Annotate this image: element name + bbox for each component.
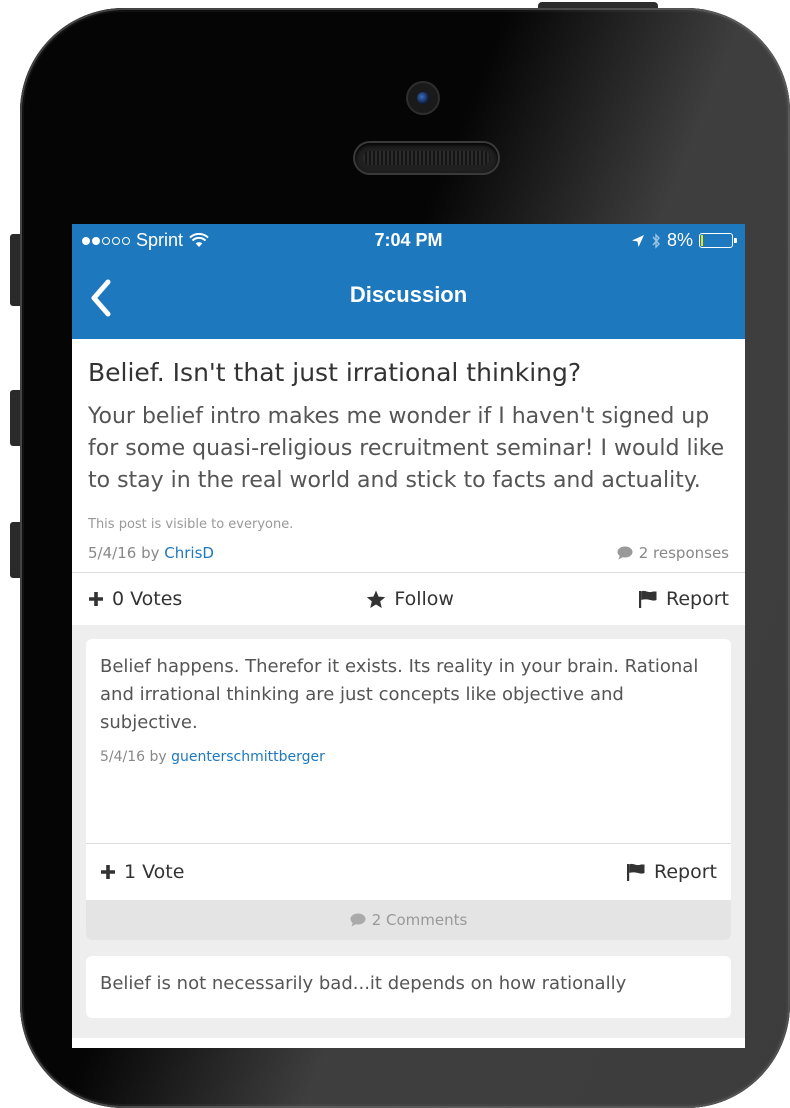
comment-bubble-icon	[350, 913, 366, 927]
response-comments-button[interactable]: 2 Comments	[86, 900, 731, 940]
front-camera	[408, 83, 438, 113]
post-actions: 0 Votes Follow Report	[72, 573, 745, 625]
plus-icon	[101, 865, 115, 879]
responses-label: 2 responses	[638, 544, 729, 562]
discussion-post: Belief. Isn't that just irrational think…	[72, 339, 745, 572]
response-card: Belief is not necessarily bad...it depen…	[86, 956, 731, 1018]
plus-icon	[89, 592, 103, 606]
response-actions: 1 Vote Report	[86, 844, 731, 900]
post-meta: 5/4/16 by ChrisD 2 responses	[88, 544, 729, 572]
phone-screen: Sprint 7:04 PM 8% Discussion Belief. Isn…	[72, 224, 745, 1048]
response-vote-button[interactable]: 1 Vote	[100, 861, 184, 883]
post-byline: 5/4/16 by ChrisD	[88, 544, 214, 562]
response-report-button[interactable]: Report	[626, 861, 717, 883]
follow-label: Follow	[394, 588, 454, 610]
location-arrow-icon	[631, 234, 645, 248]
response-author-link[interactable]: guenterschmittberger	[171, 749, 325, 765]
post-body: Your belief intro makes me wonder if I h…	[88, 404, 725, 493]
response-votes-label: 1 Vote	[124, 861, 185, 883]
report-label: Report	[666, 588, 729, 610]
response-byline: 5/4/16 by guenterschmittberger	[100, 749, 717, 765]
response-text: Belief happens. Therefor it exists. Its …	[100, 656, 699, 733]
battery-fill	[701, 235, 703, 246]
post-date: 5/4/16	[88, 544, 137, 562]
response-report-label: Report	[654, 861, 717, 883]
post-visibility-note: This post is visible to everyone.	[88, 517, 294, 532]
comment-bubble-icon	[617, 546, 633, 560]
response-card: Belief happens. Therefor it exists. Its …	[86, 639, 731, 940]
response-text: Belief is not necessarily bad...it depen…	[100, 973, 627, 994]
battery-icon	[699, 233, 737, 248]
responses-count[interactable]: 2 responses	[617, 544, 729, 562]
flag-icon	[639, 590, 657, 608]
response-date: 5/4/16	[100, 749, 146, 765]
report-button[interactable]: Report	[638, 588, 729, 610]
status-bar: Sprint 7:04 PM 8%	[72, 224, 745, 256]
bluetooth-icon	[651, 232, 661, 249]
by-label: by	[149, 749, 167, 765]
post-title: Belief. Isn't that just irrational think…	[88, 358, 582, 387]
by-label: by	[141, 544, 160, 562]
responses-list: Belief happens. Therefor it exists. Its …	[72, 625, 745, 1038]
star-icon	[367, 590, 386, 608]
navigation-bar: Discussion	[72, 256, 745, 339]
page-title: Discussion	[349, 282, 468, 307]
post-author-link[interactable]: ChrisD	[164, 544, 214, 562]
response-comments-label: 2 Comments	[371, 911, 468, 929]
status-right: 8%	[631, 230, 737, 251]
battery-percent: 8%	[666, 230, 693, 250]
vote-button[interactable]: 0 Votes	[88, 588, 182, 610]
response-body: Belief happens. Therefor it exists. Its …	[86, 639, 731, 843]
flag-icon	[627, 863, 645, 881]
follow-button[interactable]: Follow	[366, 588, 454, 610]
votes-label: 0 Votes	[112, 588, 183, 610]
earpiece-speaker	[355, 143, 498, 173]
response-body: Belief is not necessarily bad...it depen…	[86, 956, 731, 1018]
